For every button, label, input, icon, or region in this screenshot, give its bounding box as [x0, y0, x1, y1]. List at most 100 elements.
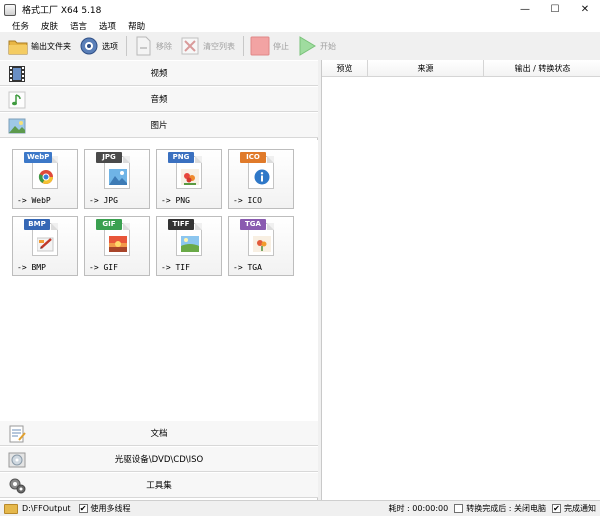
category-video-label: 视频: [150, 69, 168, 79]
gear-icon: [79, 36, 99, 56]
category-image[interactable]: 图片: [0, 112, 318, 138]
format-label: -> JPG: [89, 196, 118, 205]
column-preview[interactable]: 预览: [322, 60, 368, 77]
clear-x-icon: [180, 36, 200, 56]
category-document-label: 文档: [150, 429, 168, 439]
after-convert-label: 转换完成后 : 关闭电脑: [466, 504, 546, 513]
close-button[interactable]: ✕: [570, 0, 600, 19]
column-output-status[interactable]: 输出 / 转换状态: [484, 60, 600, 77]
info-icon: [253, 169, 271, 185]
format-label: -> TGA: [233, 263, 262, 272]
remove-label: 移除: [156, 41, 172, 51]
format-badge: GIF: [96, 219, 122, 230]
after-convert-checkbox[interactable]: [454, 504, 464, 513]
after-convert-option[interactable]: 转换完成后 : 关闭电脑: [454, 503, 546, 514]
notify-checkbox[interactable]: ✔: [552, 504, 561, 513]
format-label: -> PNG: [161, 196, 190, 205]
paint-brush-icon: [36, 236, 55, 252]
category-audio-label: 音频: [150, 95, 168, 105]
category-toolbox-label: 工具集: [146, 481, 172, 491]
chrome-webp-icon: [37, 169, 55, 185]
format-badge: BMP: [24, 219, 50, 230]
notify-label: 完成通知: [564, 504, 596, 513]
column-source[interactable]: 来源: [368, 60, 484, 77]
menu-language[interactable]: 语言: [70, 20, 87, 32]
image-format-grid: WebP -> WebP JPG -> JPG PNG -> PNG ICO -…: [0, 140, 318, 420]
category-rom-device[interactable]: 光驱设备\DVD\CD\ISO: [0, 446, 318, 472]
multithread-checkbox[interactable]: ✔: [78, 504, 88, 513]
task-list: 预览 来源 输出 / 转换状态: [321, 60, 600, 500]
format-badge: WebP: [24, 152, 53, 163]
remove-button[interactable]: 移除: [133, 34, 172, 58]
format-gif-tile[interactable]: GIF -> GIF: [84, 216, 150, 276]
app-icon: [4, 3, 16, 16]
start-button[interactable]: 开始: [297, 34, 336, 58]
format-badge: JPG: [96, 152, 122, 163]
format-ico-tile[interactable]: ICO -> ICO: [228, 149, 294, 209]
notify-option[interactable]: ✔ 完成通知: [552, 503, 596, 514]
play-icon: [297, 36, 317, 56]
format-label: -> ICO: [233, 196, 262, 205]
category-rom-device-label: 光驱设备\DVD\CD\ISO: [114, 455, 204, 465]
format-png-tile[interactable]: PNG -> PNG: [156, 149, 222, 209]
menu-bar: 任务 皮肤 语言 选项 帮助: [0, 19, 600, 32]
format-label: -> WebP: [17, 196, 51, 205]
format-tga-tile[interactable]: TGA -> TGA: [228, 216, 294, 276]
multithread-option[interactable]: ✔ 使用多线程: [78, 503, 131, 514]
multithread-label: 使用多线程: [90, 504, 131, 513]
start-label: 开始: [320, 41, 336, 51]
disc-drive-icon: [7, 450, 27, 470]
folder-icon[interactable]: [4, 503, 18, 514]
format-webp-tile[interactable]: WebP -> WebP: [12, 149, 78, 209]
remove-document-icon: [133, 36, 153, 56]
format-label: -> BMP: [17, 263, 46, 272]
output-path[interactable]: D:\FFOutput: [22, 504, 71, 513]
elapsed-time: 耗时 : 00:00:00: [389, 503, 449, 514]
status-bar: D:\FFOutput ✔ 使用多线程 耗时 : 00:00:00 转换完成后 …: [0, 500, 600, 516]
menu-tasks[interactable]: 任务: [12, 20, 29, 32]
toolbar: 输出文件夹 选项 移除 清空列表 停止 开始: [0, 32, 600, 60]
format-badge: PNG: [168, 152, 194, 163]
document-edit-icon: [7, 424, 27, 444]
folder-icon: [8, 36, 28, 56]
maximize-button[interactable]: ☐: [540, 0, 570, 19]
category-document[interactable]: 文档: [0, 420, 318, 446]
format-tif-tile[interactable]: TIFF -> TIF: [156, 216, 222, 276]
film-icon: [7, 64, 27, 84]
category-toolbox[interactable]: 工具集: [0, 472, 318, 498]
format-jpg-tile[interactable]: JPG -> JPG: [84, 149, 150, 209]
window-title: 格式工厂 X64 5.18: [22, 6, 102, 16]
stop-label: 停止: [273, 41, 289, 51]
options-label: 选项: [102, 41, 118, 51]
flower-picture-icon: [181, 169, 199, 185]
format-bmp-tile[interactable]: BMP -> BMP: [12, 216, 78, 276]
category-video[interactable]: 视频: [0, 60, 318, 86]
category-image-label: 图片: [150, 121, 168, 131]
clear-list-button[interactable]: 清空列表: [180, 34, 235, 58]
music-note-icon: [7, 90, 27, 110]
elapsed-time-text: 耗时 : 00:00:00: [388, 504, 449, 513]
category-audio[interactable]: 音频: [0, 86, 318, 112]
toolbar-separator: [243, 36, 244, 56]
sunset-picture-icon: [109, 236, 127, 252]
clear-list-label: 清空列表: [203, 41, 235, 51]
options-button[interactable]: 选项: [79, 34, 118, 58]
format-badge: ICO: [240, 152, 266, 163]
landscape-picture-icon: [181, 236, 199, 252]
window-controls: — ☐ ✕: [510, 0, 600, 19]
format-badge: TGA: [240, 219, 266, 230]
menu-skin[interactable]: 皮肤: [41, 20, 58, 32]
format-label: -> TIF: [161, 263, 190, 272]
output-folder-button[interactable]: 输出文件夹: [8, 34, 71, 58]
toolbox-icon: [7, 476, 27, 496]
toolbar-separator: [126, 36, 127, 56]
function-panel: 视频 音频 图片 WebP -> WebP JPG -> JPG PNG -> …: [0, 60, 318, 500]
stop-icon: [250, 36, 270, 56]
picture-icon: [7, 116, 27, 136]
menu-options[interactable]: 选项: [99, 20, 116, 32]
menu-help[interactable]: 帮助: [128, 20, 145, 32]
format-badge: TIFF: [168, 219, 194, 230]
landscape-photo-icon: [109, 169, 127, 185]
minimize-button[interactable]: —: [510, 0, 540, 19]
stop-button[interactable]: 停止: [250, 34, 289, 58]
